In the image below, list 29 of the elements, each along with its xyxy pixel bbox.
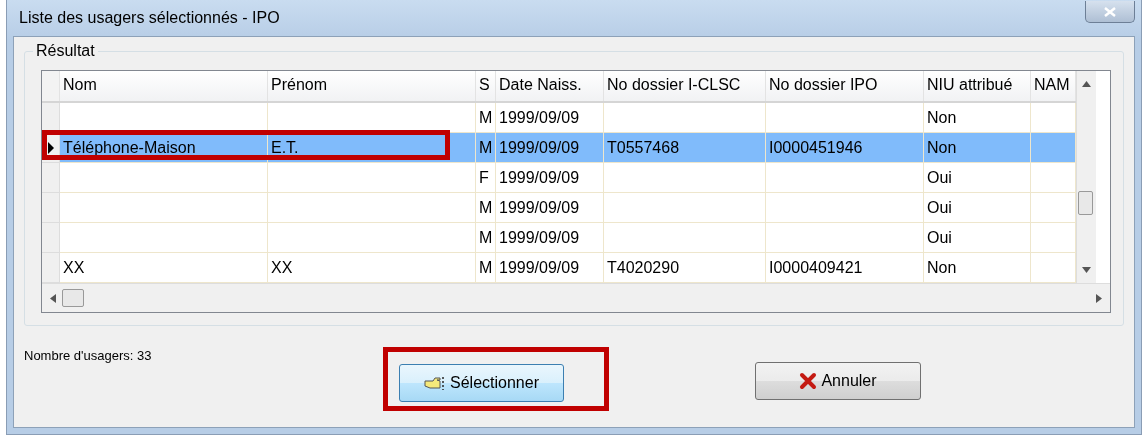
column-header[interactable]: Prénom — [268, 71, 476, 101]
table-row[interactable]: M 1999/09/09 Oui — [42, 193, 1076, 223]
table-row[interactable]: M 1999/09/09 Oui — [42, 223, 1076, 253]
column-header[interactable]: NIU attribué — [924, 71, 1031, 101]
column-header[interactable]: No dossier I-CLSC — [604, 71, 766, 101]
table-row[interactable]: Téléphone-Maison E.T. M 1999/09/09 T0557468 I0000451946 Non — [42, 133, 1076, 163]
table-cell: 1999/09/09 — [496, 193, 604, 223]
table-cell: 1999/09/09 — [496, 133, 604, 163]
cancel-button[interactable]: Annuler — [755, 362, 921, 400]
table-cell: Non — [924, 133, 1031, 163]
table-cell: F — [476, 163, 496, 193]
select-button[interactable]: Sélectionner — [399, 364, 564, 402]
column-header[interactable]: Nom — [60, 71, 268, 101]
table-cell: 1999/09/09 — [496, 223, 604, 253]
table-cell: M — [476, 223, 496, 253]
table-cell: 1999/09/09 — [496, 163, 604, 193]
column-header[interactable]: Date Naiss. — [496, 71, 604, 101]
table-cell: Oui — [924, 163, 1031, 193]
table-cell: Oui — [924, 223, 1031, 253]
table-cell: T0557468 — [604, 133, 766, 163]
table-cell: M — [476, 133, 496, 163]
table-cell: Oui — [924, 193, 1031, 223]
table-cell: M — [476, 193, 496, 223]
column-header[interactable]: No dossier IPO — [766, 71, 924, 101]
column-header[interactable]: S — [476, 71, 496, 101]
table-row[interactable]: F 1999/09/09 Oui — [42, 163, 1076, 193]
user-count: Nombre d'usagers: 33 — [24, 348, 152, 363]
window-title: Liste des usagers sélectionnés - IPO — [19, 9, 280, 27]
table-cell: I0000451946 — [766, 133, 924, 163]
